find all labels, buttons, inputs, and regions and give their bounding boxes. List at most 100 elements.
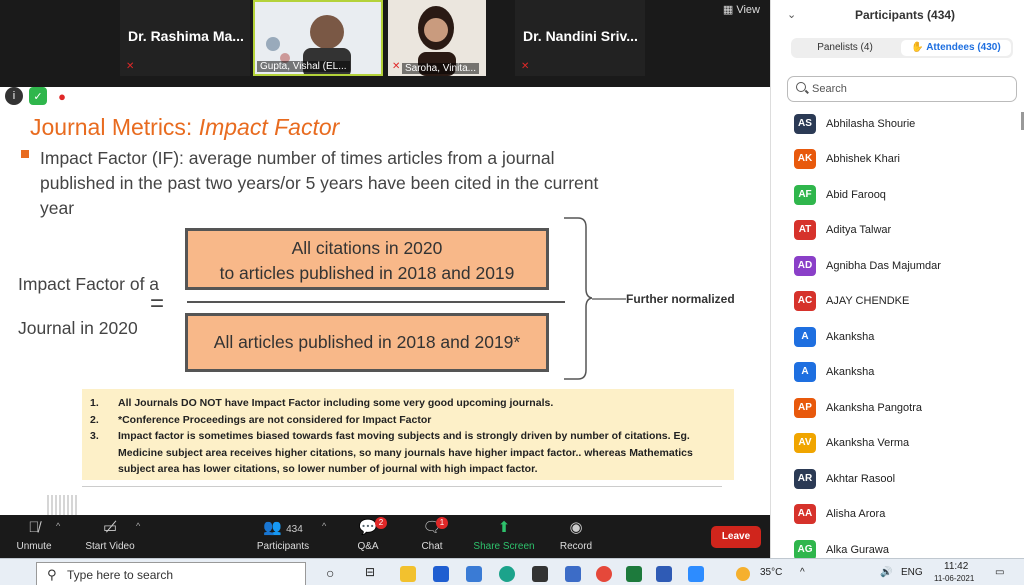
- audio-options-caret[interactable]: ^: [56, 521, 60, 531]
- windows-taskbar: ⚲ Type here to search ○ ⊟ 35°C ^ 🔊 ENG 1…: [0, 558, 1024, 585]
- numerator-box: All citations in 2020 to articles publis…: [185, 228, 549, 290]
- share-screen-button[interactable]: ⬆ Share Screen: [464, 515, 544, 558]
- video-tile-4[interactable]: Dr. Nandini Sriv... ✕: [515, 0, 645, 76]
- participant-row[interactable]: AV Akanksha Verma: [771, 426, 1024, 461]
- avatar: A: [794, 326, 816, 347]
- volume-icon[interactable]: 🔊: [880, 567, 892, 578]
- word-icon[interactable]: [656, 566, 672, 582]
- participant-row[interactable]: AD Agnibha Das Majumdar: [771, 248, 1024, 283]
- unmute-button[interactable]: 🎙̸ Unmute: [0, 515, 74, 558]
- participant-name: Aditya Talwar: [826, 224, 892, 236]
- tab-panelists[interactable]: Panelists (4): [793, 40, 897, 56]
- participant-row[interactable]: AS Abhilasha Shourie: [771, 106, 1024, 141]
- grid-icon: ▦: [722, 4, 734, 16]
- weather-icon: [736, 567, 750, 581]
- video-tile-2[interactable]: Gupta, Vishal (EL...: [253, 0, 383, 76]
- avatar: AV: [794, 433, 816, 453]
- video-tile-1[interactable]: Dr. Rashima Ma... ✕: [120, 0, 250, 76]
- participants-tabs: Panelists (4) ✋ Attendees (430): [791, 38, 1013, 58]
- participant-name: Alka Gurawa: [826, 543, 889, 556]
- participant-label: Gupta, Vishal (EL...: [257, 61, 350, 72]
- bullet-marker: [21, 150, 29, 158]
- clock-time[interactable]: 11:42: [944, 561, 968, 572]
- participant-row[interactable]: A Akanksha: [771, 355, 1024, 390]
- note-item: 2. *Conference Proceedings are not consid…: [90, 413, 432, 426]
- formula-left-line1: Impact Factor of a: [18, 274, 160, 294]
- edge-icon[interactable]: [499, 566, 515, 582]
- formula-left-line2: Journal in 2020: [18, 318, 138, 338]
- mail-icon[interactable]: [466, 566, 482, 582]
- participant-name: Abid Farooq: [826, 188, 886, 201]
- mic-muted-icon: 🎙̸: [28, 519, 40, 536]
- video-options-caret[interactable]: ^: [136, 521, 140, 531]
- participant-row[interactable]: AC AJAY CHENDKE: [771, 284, 1024, 319]
- mic-off-icon: ✕: [521, 61, 530, 72]
- avatar: A: [794, 362, 816, 382]
- recording-icon[interactable]: ●: [53, 87, 71, 105]
- panel-header: ⌄ Participants (434): [771, 0, 1024, 30]
- participant-name: Akanksha Pangotra: [826, 401, 923, 414]
- note-item: 1. All Journals DO NOT have Impact Factor…: [90, 397, 554, 409]
- view-button[interactable]: ▦ View: [723, 3, 760, 16]
- temperature[interactable]: 35°C: [760, 567, 782, 578]
- shared-slide: i ✓ ● Journal Metrics: Impact Factor Imp…: [0, 87, 770, 515]
- qa-badge: 2: [375, 517, 387, 529]
- excel-icon[interactable]: [626, 566, 642, 582]
- video-tile-3[interactable]: ✕ Saroha, Vinita...: [388, 0, 486, 76]
- participant-row[interactable]: A Akanksha: [771, 319, 1024, 354]
- language-indicator[interactable]: ENG: [901, 567, 923, 578]
- avatar: AG: [794, 539, 816, 560]
- note-item: 3. Impact factor is sometimes biased towa…: [90, 430, 693, 475]
- zoom-icon[interactable]: [688, 566, 704, 582]
- qr-code-image: [47, 495, 79, 515]
- chat-badge: 1: [436, 517, 448, 529]
- app-icon[interactable]: [532, 566, 548, 582]
- participant-row[interactable]: AP Akanksha Pangotra: [771, 390, 1024, 425]
- task-view-icon[interactable]: ⊟: [365, 565, 375, 579]
- leave-button[interactable]: Leave: [711, 526, 761, 548]
- participant-label: Saroha, Vinita...: [402, 63, 479, 74]
- store-icon[interactable]: [565, 566, 581, 582]
- participant-name: Akanksha: [826, 366, 875, 378]
- avatar: AK: [794, 149, 816, 169]
- shield-icon[interactable]: ✓: [29, 87, 47, 105]
- participant-search-input[interactable]: Search: [787, 76, 1017, 102]
- avatar: AR: [794, 468, 816, 489]
- participants-options-caret[interactable]: ^: [322, 521, 326, 531]
- cortana-icon[interactable]: ○: [326, 565, 334, 581]
- notifications-icon[interactable]: ▭: [995, 567, 1004, 578]
- avatar: AS: [794, 113, 816, 134]
- chat-button[interactable]: 🗨 1 Chat: [392, 515, 472, 558]
- participant-name: AJAY CHENDKE: [826, 295, 910, 307]
- avatar: AC: [794, 291, 816, 311]
- participant-row[interactable]: AF Abid Farooq: [771, 177, 1024, 212]
- mic-off-icon: ✕: [392, 61, 401, 72]
- participant-row[interactable]: AK Abhishek Khari: [771, 142, 1024, 177]
- info-icon[interactable]: i: [5, 87, 23, 105]
- hand-icon: ✋: [911, 42, 924, 53]
- participants-button[interactable]: 👥 434 Participants: [243, 515, 323, 558]
- record-button[interactable]: ◉ Record: [536, 515, 616, 558]
- avatar: AF: [794, 184, 816, 205]
- avatar: AA: [794, 504, 816, 524]
- participants-panel: ⌄ Participants (434) Panelists (4) ✋ Att…: [770, 0, 1024, 560]
- file-explorer-icon[interactable]: [400, 566, 416, 582]
- chrome-icon[interactable]: [596, 566, 612, 582]
- dropbox-icon[interactable]: [433, 566, 449, 582]
- clock-date[interactable]: 11-06-2021: [934, 574, 974, 584]
- participant-name: Akanksha: [826, 330, 875, 343]
- denominator-text: All articles published in 2018 and 2019*: [213, 332, 521, 352]
- denominator-box: All articles published in 2018 and 2019*: [185, 313, 549, 372]
- participant-row[interactable]: AA Alisha Arora: [771, 497, 1024, 532]
- participant-row[interactable]: AR Akhtar Rasool: [771, 461, 1024, 496]
- right-bracket: [564, 217, 592, 380]
- tab-attendees[interactable]: ✋ Attendees (430): [901, 40, 1011, 56]
- chevron-down-icon[interactable]: ⌄: [787, 8, 796, 21]
- participant-row[interactable]: AT Aditya Talwar: [771, 213, 1024, 248]
- taskbar-search-input[interactable]: ⚲ Type here to search: [36, 562, 306, 585]
- bracket-arrow: [592, 298, 626, 300]
- tray-chevron-icon[interactable]: ^: [800, 567, 805, 578]
- share-screen-icon: ⬆: [497, 519, 511, 536]
- bullet-text: Impact Factor (IF): average number of ti…: [40, 148, 599, 218]
- participant-name: Dr. Rashima Ma...: [128, 28, 244, 44]
